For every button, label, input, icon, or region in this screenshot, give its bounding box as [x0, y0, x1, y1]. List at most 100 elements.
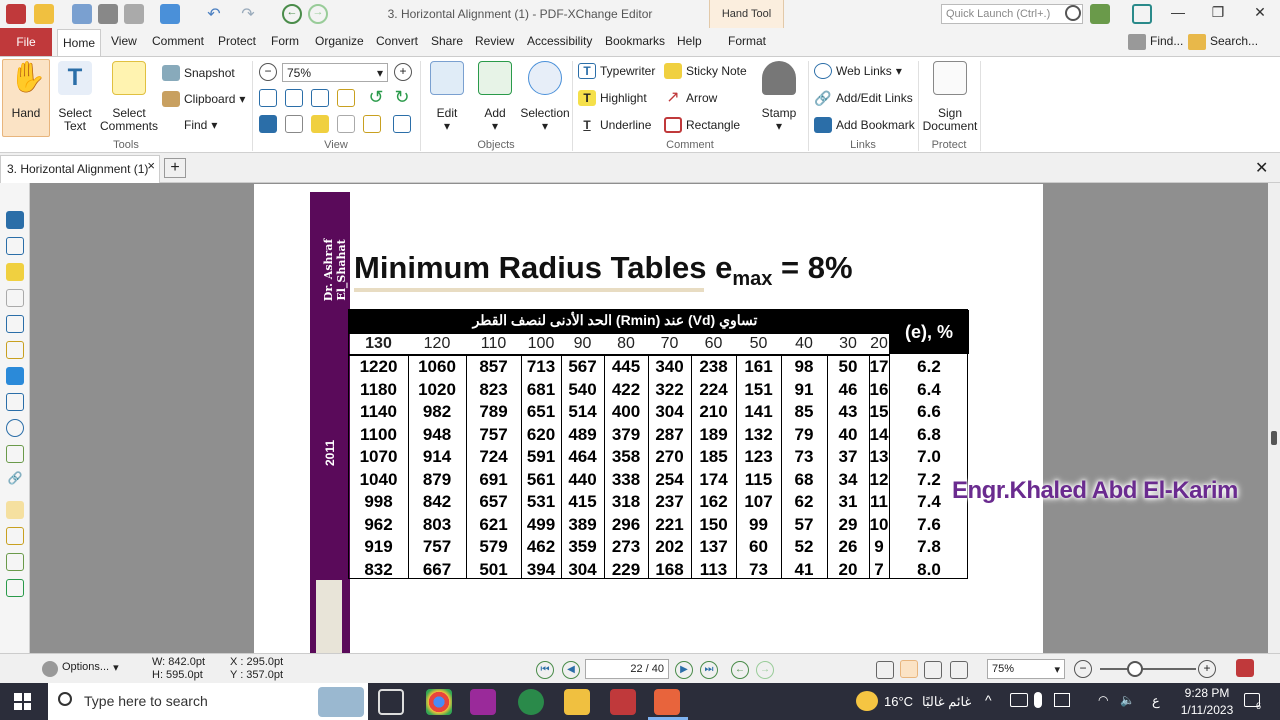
facing-continuous-icon[interactable] [950, 661, 968, 679]
zoom-in-icon[interactable]: + [394, 63, 412, 81]
actual-size-icon[interactable] [259, 89, 277, 107]
tab-protect[interactable]: Protect [218, 34, 256, 48]
settings-icon[interactable] [1090, 4, 1110, 24]
tab-convert[interactable]: Convert [376, 34, 418, 48]
microphone-icon[interactable] [1034, 692, 1042, 708]
scrollbar-thumb[interactable] [1271, 431, 1277, 445]
find-tool-button[interactable]: Find ▾ [162, 117, 217, 133]
content-panel-icon[interactable] [6, 527, 24, 545]
sticky-note-button[interactable]: Sticky Note [664, 63, 747, 79]
bookmarks-panel-icon[interactable] [6, 211, 24, 229]
clipboard-button[interactable]: Clipboard ▾ [162, 91, 245, 107]
camtasia-icon[interactable] [470, 689, 496, 715]
tab-bookmarks[interactable]: Bookmarks [605, 34, 665, 48]
document-tab[interactable]: 3. Horizontal Alignment (1) × [0, 155, 160, 183]
close-document-icon[interactable]: ✕ [1255, 158, 1268, 178]
prev-page-button[interactable]: ◀ [562, 661, 580, 679]
battery-icon[interactable] [1054, 693, 1070, 707]
fields-panel-icon[interactable] [6, 579, 24, 597]
select-text-button[interactable]: T Select Text [52, 61, 98, 133]
layers-panel-icon[interactable] [6, 367, 24, 385]
single-page-icon[interactable] [876, 661, 894, 679]
first-page-button[interactable]: ⏮ [536, 661, 554, 679]
stamp-button[interactable]: Stamp ▾ [756, 61, 802, 133]
pdf-icon[interactable] [1236, 659, 1254, 677]
attachments-icon[interactable] [337, 115, 355, 133]
edge-icon[interactable] [518, 689, 544, 715]
tab-form[interactable]: Form [271, 34, 299, 48]
maximize-button[interactable]: ❐ [1200, 4, 1236, 24]
zoom-slider-thumb[interactable] [1127, 661, 1143, 677]
page-number-input[interactable]: 22 / 40 [585, 659, 669, 679]
weather-temp[interactable]: 16°C [884, 694, 913, 709]
selection-button[interactable]: Selection ▾ [520, 61, 570, 133]
tab-organize[interactable]: Organize [315, 34, 364, 48]
back-view-button[interactable]: ← [731, 661, 749, 679]
tab-format[interactable]: Format [728, 34, 766, 48]
vertical-scrollbar[interactable] [1268, 183, 1280, 653]
destinations-panel-icon[interactable] [6, 315, 24, 333]
volume-icon[interactable]: 🔈 [1120, 693, 1135, 707]
status-zoom-in-icon[interactable]: + [1198, 660, 1216, 678]
tab-view[interactable]: View [111, 34, 137, 48]
stamps-panel-icon[interactable] [6, 501, 24, 519]
quick-launch-input[interactable]: Quick Launch (Ctrl+.) [941, 4, 1083, 24]
taskbar-search-box[interactable]: Type here to search [48, 683, 368, 720]
snapshot-button[interactable]: Snapshot [162, 65, 235, 81]
task-view-icon[interactable] [378, 689, 404, 715]
search-icon[interactable] [1065, 5, 1081, 21]
properties-panel-icon[interactable] [6, 341, 24, 359]
thumbnails-panel-icon[interactable] [6, 237, 24, 255]
last-page-button[interactable]: ⏭ [700, 661, 718, 679]
comments-panel-icon[interactable] [6, 263, 24, 281]
attachments-panel-icon[interactable] [6, 289, 24, 307]
layers-icon[interactable] [363, 115, 381, 133]
zoom-out-icon[interactable]: − [259, 63, 277, 81]
bookmarks-icon[interactable] [259, 115, 277, 133]
scan-icon[interactable] [160, 4, 180, 24]
hand-tool[interactable]: ✋ Hand [2, 61, 50, 120]
file-explorer-icon[interactable] [564, 689, 590, 715]
search-panel-icon[interactable] [6, 419, 24, 437]
language-indicator[interactable]: ع [1152, 693, 1160, 709]
chrome-icon[interactable] [426, 689, 452, 715]
tab-file[interactable]: File [0, 28, 52, 56]
rectangle-button[interactable]: Rectangle [664, 117, 740, 133]
tab-share[interactable]: Share [431, 34, 463, 48]
open-icon[interactable] [34, 4, 54, 24]
select-comments-button[interactable]: Select Comments [100, 61, 158, 133]
web-links-button[interactable]: Web Links ▾ [814, 63, 902, 79]
rotate-left-icon[interactable]: ↺ [367, 88, 385, 107]
forward-view-button[interactable]: → [756, 661, 774, 679]
clock-time[interactable]: 9:28 PM [1172, 686, 1242, 700]
fit-width-icon[interactable] [311, 89, 329, 107]
facing-page-icon[interactable] [924, 661, 942, 679]
pages-icon[interactable] [285, 115, 303, 133]
tab-comment[interactable]: Comment [152, 34, 204, 48]
highlight-button[interactable]: T Highlight [578, 90, 647, 106]
zoom-slider-track[interactable] [1100, 668, 1196, 670]
pdf-xchange-taskbar-icon[interactable] [610, 689, 636, 715]
weather-icon[interactable] [856, 691, 878, 711]
fit-visible-icon[interactable] [337, 89, 355, 107]
tags-panel-icon[interactable] [6, 445, 24, 463]
status-zoom-select[interactable]: 75% ▾ [987, 659, 1065, 679]
weather-text[interactable]: غائم غالبًا [922, 694, 971, 710]
email-icon[interactable] [124, 4, 144, 24]
arrow-button[interactable]: ↗ Arrow [664, 90, 717, 106]
fit-page-icon[interactable] [285, 89, 303, 107]
zoom-select[interactable]: 75% ▾ [282, 63, 388, 82]
tab-help[interactable]: Help [677, 34, 702, 48]
save-icon[interactable] [72, 4, 92, 24]
underline-button[interactable]: T Underline [578, 117, 651, 133]
tab-review[interactable]: Review [475, 34, 514, 48]
device-icon[interactable] [1010, 693, 1028, 707]
links-panel-icon[interactable]: 🔗 [6, 471, 24, 489]
back-icon[interactable]: ← [282, 4, 302, 24]
add-bookmark-button[interactable]: Add Bookmark [814, 117, 915, 133]
signatures-panel-icon[interactable] [6, 393, 24, 411]
status-zoom-out-icon[interactable]: − [1074, 660, 1092, 678]
find-button[interactable]: Find... [1128, 34, 1183, 50]
edit-button[interactable]: Edit ▾ [424, 61, 470, 133]
minimize-button[interactable]: — [1160, 4, 1196, 24]
